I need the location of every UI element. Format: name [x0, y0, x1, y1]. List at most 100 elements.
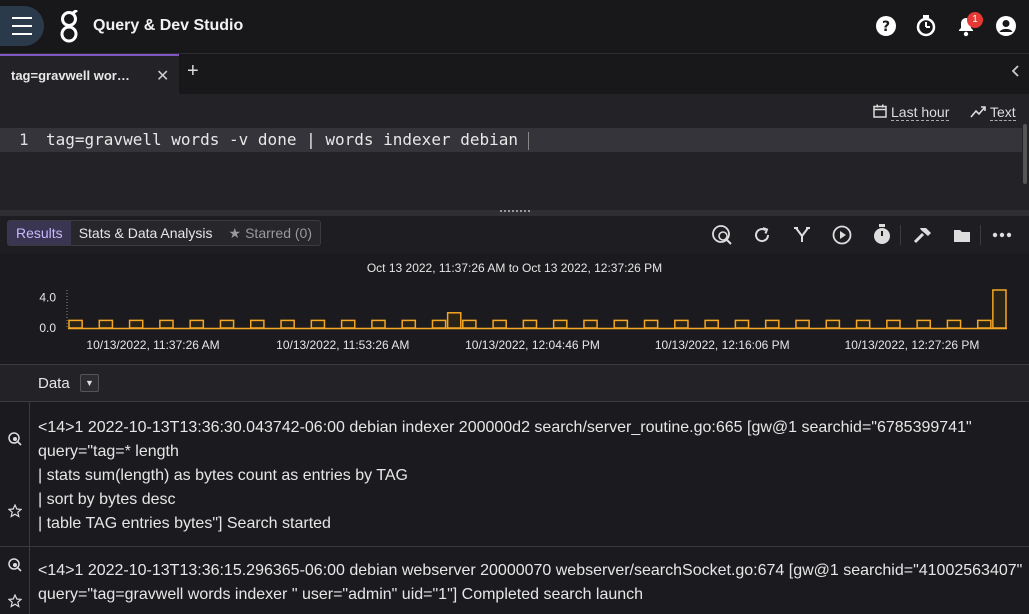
- tab-starred[interactable]: ★ Starred (0): [221, 221, 320, 245]
- notification-count-badge: 1: [967, 12, 983, 28]
- chart-bar[interactable]: [340, 319, 356, 329]
- chart-bar[interactable]: [128, 319, 144, 329]
- chart-bar[interactable]: [764, 319, 780, 329]
- renderer-label: Text: [990, 104, 1016, 121]
- chart-bar[interactable]: [855, 319, 871, 329]
- close-icon[interactable]: ✕: [156, 66, 169, 86]
- chart-bar[interactable]: [674, 319, 689, 329]
- chart-bar[interactable]: [583, 319, 598, 329]
- play-icon[interactable]: [831, 224, 853, 246]
- trend-icon: [970, 105, 986, 121]
- top-app-bar: Query & Dev Studio ? 1: [0, 0, 1029, 54]
- chart-bar[interactable]: [795, 319, 810, 329]
- tab-starred-label: Starred (0): [245, 225, 313, 241]
- help-icon[interactable]: ?: [875, 15, 897, 37]
- table-row[interactable]: <14>1 2022-10-13T13:36:30.043742-06:00 d…: [0, 402, 1029, 547]
- entry-line: | stats sum(length) as bytes count as en…: [38, 467, 408, 484]
- inspect-entry-icon[interactable]: [8, 432, 22, 446]
- star-icon: ★: [228, 225, 242, 241]
- row-gutter: [0, 402, 30, 546]
- editor-line[interactable]: 1 tag=gravwell words -v done | words ind…: [0, 128, 1022, 152]
- data-dropdown-button[interactable]: ▼: [80, 374, 99, 392]
- editor-scrollbar[interactable]: [1023, 124, 1027, 184]
- chart-bar[interactable]: [552, 319, 568, 329]
- x-tick-label: 10/13/2022, 11:53:26 AM: [276, 338, 409, 352]
- inspect-entry-icon[interactable]: [8, 558, 22, 572]
- folder-icon[interactable]: [951, 224, 973, 246]
- chart-bar[interactable]: [310, 319, 326, 329]
- entry-line: query="tag=* length: [38, 443, 179, 460]
- chart-bar[interactable]: [492, 319, 507, 329]
- drag-handle-icon[interactable]: [500, 210, 530, 214]
- tab-results[interactable]: Results: [8, 221, 71, 245]
- entry-line: <14>1 2022-10-13T13:36:15.296365-06:00 d…: [38, 562, 1023, 579]
- y-tick-label: 4.0: [39, 291, 56, 305]
- star-outline-icon[interactable]: [7, 593, 23, 608]
- toolbar-divider: [980, 225, 981, 245]
- chart-bar[interactable]: [280, 319, 295, 329]
- query-text[interactable]: tag=gravwell words -v done | words index…: [46, 130, 529, 150]
- query-tab-bar: tag=gravwell wor… ✕ +: [0, 54, 1029, 94]
- account-icon[interactable]: [995, 15, 1017, 37]
- chart-bar[interactable]: [886, 319, 901, 329]
- chart-bar[interactable]: [946, 319, 962, 329]
- entry-line: <14>1 2022-10-13T13:36:30.043742-06:00 d…: [38, 419, 972, 436]
- menu-button[interactable]: [0, 6, 44, 46]
- chart-bar[interactable]: [643, 319, 659, 329]
- svg-text:?: ?: [882, 19, 890, 35]
- time-range-label: Last hour: [891, 104, 950, 121]
- row-gutter: [0, 547, 30, 614]
- chart-bar[interactable]: [825, 319, 841, 329]
- calendar-icon: [873, 104, 887, 121]
- y-tick-label: 0.0: [39, 321, 56, 335]
- star-outline-icon[interactable]: [7, 503, 23, 518]
- stopwatch-icon[interactable]: [871, 224, 893, 246]
- chart-bar[interactable]: [704, 319, 719, 329]
- chart-bar[interactable]: [189, 319, 205, 329]
- entry-text: <14>1 2022-10-13T13:36:15.296365-06:00 d…: [38, 559, 1022, 607]
- chart-bar[interactable]: [68, 319, 83, 329]
- results-toolbar: Results Stats & Data Analysis ★ Starred (…: [0, 216, 1029, 254]
- query-editor[interactable]: Last hour Text 1 tag=gravwell words -v d…: [0, 94, 1029, 210]
- data-label: Data: [38, 375, 70, 392]
- chart-bar[interactable]: [401, 319, 417, 329]
- results-tabs: Results Stats & Data Analysis ★ Starred (…: [7, 220, 322, 246]
- chevron-left-icon[interactable]: [1011, 64, 1020, 80]
- x-tick-label: 10/13/2022, 12:27:26 PM: [845, 338, 980, 352]
- chart-bar[interactable]: [734, 319, 750, 329]
- chart-bar[interactable]: [976, 319, 992, 329]
- chart-bar[interactable]: [613, 319, 629, 329]
- time-range-button[interactable]: Last hour: [873, 104, 950, 121]
- refresh-icon[interactable]: [751, 224, 773, 246]
- chart-bar[interactable]: [992, 289, 1007, 329]
- table-row[interactable]: <14>1 2022-10-13T13:36:15.296365-06:00 d…: [0, 547, 1029, 614]
- chart-bar[interactable]: [371, 319, 386, 329]
- fork-icon[interactable]: [791, 224, 813, 246]
- query-tab-label: tag=gravwell wor…: [11, 68, 130, 83]
- chart-bar[interactable]: [249, 319, 265, 329]
- chart-bar[interactable]: [916, 319, 932, 329]
- gravwell-logo-icon: [58, 8, 80, 44]
- timer-icon[interactable]: [915, 15, 937, 37]
- chart-bar[interactable]: [98, 319, 114, 329]
- query-tab[interactable]: tag=gravwell wor… ✕: [0, 54, 179, 94]
- renderer-button[interactable]: Text: [970, 104, 1016, 121]
- entry-line: query="tag=gravwell words indexer " user…: [38, 586, 644, 603]
- chart-bar[interactable]: [462, 319, 477, 329]
- chart-bar[interactable]: [159, 319, 174, 329]
- chart-bar[interactable]: [219, 319, 235, 329]
- x-tick-label: 10/13/2022, 11:37:26 AM: [86, 338, 219, 352]
- more-options-icon[interactable]: [991, 224, 1013, 246]
- results-chart: Oct 13 2022, 11:37:26 AM to Oct 13 2022,…: [0, 254, 1029, 364]
- entry-line: | sort by bytes desc: [38, 491, 176, 508]
- add-tab-icon[interactable]: +: [187, 60, 199, 83]
- hammer-icon[interactable]: [911, 224, 933, 246]
- chart-bar[interactable]: [431, 319, 447, 329]
- tab-stats[interactable]: Stats & Data Analysis: [71, 221, 221, 245]
- x-tick-label: 10/13/2022, 12:04:46 PM: [465, 338, 600, 352]
- inspect-search-icon[interactable]: [711, 224, 733, 246]
- entry-text: <14>1 2022-10-13T13:36:30.043742-06:00 d…: [38, 416, 972, 536]
- chart-bar[interactable]: [446, 312, 462, 329]
- chart-bar[interactable]: [522, 319, 538, 329]
- app-title: Query & Dev Studio: [93, 17, 244, 34]
